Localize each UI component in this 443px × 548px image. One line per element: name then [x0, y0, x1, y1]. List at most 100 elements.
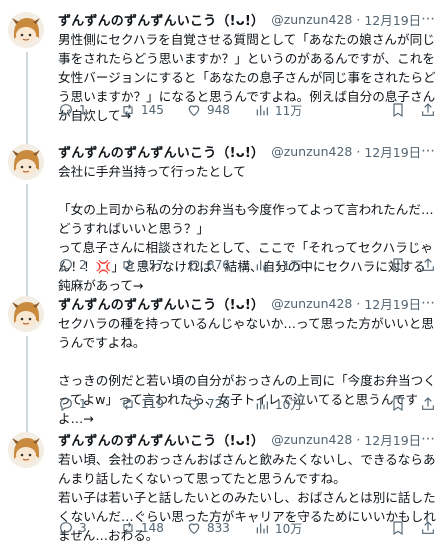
like-icon: [188, 105, 200, 117]
views-count: 10万: [275, 397, 303, 412]
reply-count: 1: [79, 397, 87, 411]
reply-icon: [60, 398, 72, 412]
timestamp[interactable]: 12月19日: [364, 294, 421, 313]
separator-dot: ·: [356, 431, 361, 447]
thread-line: [26, 420, 28, 432]
retweet-icon: [123, 259, 133, 271]
bookmark-button[interactable]: [390, 102, 406, 118]
retweet-count: 157: [141, 258, 164, 272]
timestamp[interactable]: 12月19日: [364, 142, 421, 161]
views-button[interactable]: 10万: [254, 520, 328, 537]
bookmark-icon: [393, 103, 403, 118]
retweet-button[interactable]: 119: [120, 396, 186, 412]
share-button[interactable]: [420, 102, 436, 118]
reply-button[interactable]: 1: [58, 102, 120, 118]
more-icon[interactable]: ⋯: [421, 431, 436, 447]
share-button[interactable]: [420, 396, 436, 412]
retweet-icon: [123, 522, 133, 534]
handle[interactable]: @zunzun428: [271, 12, 352, 27]
action-bar: 2 157 876 11万: [58, 255, 436, 275]
more-icon[interactable]: ⋯: [421, 295, 436, 311]
thread-line: [26, 336, 28, 420]
bookmark-icon: [393, 521, 403, 536]
thread-line: [26, 52, 28, 132]
display-name[interactable]: ずんずんのずんずんいこう（!ᴗ!）: [58, 142, 264, 161]
views-icon: [256, 260, 268, 271]
tweet[interactable]: ずんずんのずんずんいこう（!ᴗ!） @zunzun428 · 12月19日 ⋯ …: [0, 284, 443, 426]
timestamp[interactable]: 12月19日: [364, 10, 421, 29]
retweet-icon: [123, 104, 133, 116]
handle[interactable]: @zunzun428: [271, 144, 352, 159]
avatar[interactable]: [8, 144, 44, 180]
reply-button[interactable]: 3: [58, 520, 120, 536]
tweet-text: 会社に手弁当持って行ったとして 「女の上司から私の分のお弁当も今度作ってよって言…: [58, 164, 434, 293]
retweet-button[interactable]: 157: [120, 257, 186, 273]
views-button[interactable]: 11万: [254, 257, 328, 274]
reply-icon: [60, 522, 72, 536]
handle[interactable]: @zunzun428: [271, 296, 352, 311]
bookmark-icon: [393, 258, 403, 273]
separator-dot: ·: [356, 295, 361, 311]
timestamp[interactable]: 12月19日: [364, 430, 421, 449]
views-button[interactable]: 11万: [254, 102, 328, 119]
like-button[interactable]: 720: [186, 396, 254, 412]
views-icon: [256, 399, 268, 410]
like-count: 948: [207, 103, 230, 117]
reply-button[interactable]: 2: [58, 257, 120, 273]
like-count: 720: [207, 397, 230, 411]
retweet-count: 148: [141, 521, 164, 535]
like-button[interactable]: 876: [186, 257, 254, 273]
views-icon: [256, 523, 268, 534]
reply-icon: [60, 259, 72, 273]
retweet-button[interactable]: 148: [120, 520, 186, 536]
tweet[interactable]: ずんずんのずんずんいこう（!ᴗ!） @zunzun428 · 12月19日 ⋯ …: [0, 132, 443, 293]
action-bar: 3 148 833 10万: [58, 518, 436, 538]
reply-button[interactable]: 1: [58, 396, 120, 412]
reply-count: 1: [79, 103, 87, 117]
views-icon: [256, 105, 268, 116]
views-count: 10万: [275, 521, 303, 536]
action-bar: 1 145 948 11万: [58, 100, 436, 120]
handle[interactable]: @zunzun428: [271, 432, 352, 447]
reply-count: 2: [79, 258, 87, 272]
share-icon: [422, 521, 434, 534]
separator-dot: ·: [356, 11, 361, 27]
bookmark-button[interactable]: [390, 257, 406, 273]
display-name[interactable]: ずんずんのずんずんいこう（!ᴗ!）: [58, 430, 264, 449]
action-bar: 1 119 720 10万: [58, 394, 436, 414]
reply-count: 3: [79, 521, 87, 535]
tweet[interactable]: ずんずんのずんずんいこう（!ᴗ!） @zunzun428 · 12月19日 ⋯ …: [0, 0, 443, 132]
retweet-count: 145: [141, 103, 164, 117]
retweet-count: 119: [141, 397, 164, 411]
thread-line: [26, 184, 28, 284]
views-count: 11万: [275, 258, 303, 273]
avatar[interactable]: [8, 12, 44, 48]
like-count: 876: [207, 258, 230, 272]
bookmark-icon: [393, 397, 403, 412]
retweet-icon: [123, 398, 133, 410]
thread-line: [26, 284, 28, 296]
like-button[interactable]: 833: [186, 520, 254, 536]
display-name[interactable]: ずんずんのずんずんいこう（!ᴗ!）: [58, 10, 264, 29]
avatar[interactable]: [8, 296, 44, 332]
like-icon: [188, 260, 200, 272]
views-button[interactable]: 10万: [254, 396, 328, 413]
retweet-button[interactable]: 145: [120, 102, 186, 118]
thread-line: [26, 132, 28, 144]
more-icon[interactable]: ⋯: [421, 11, 436, 27]
separator-dot: ·: [356, 143, 361, 159]
avatar[interactable]: [8, 432, 44, 468]
display-name[interactable]: ずんずんのずんずんいこう（!ᴗ!）: [58, 294, 264, 313]
like-count: 833: [207, 521, 230, 535]
share-button[interactable]: [420, 520, 436, 536]
bookmark-button[interactable]: [390, 520, 406, 536]
share-icon: [422, 397, 434, 410]
tweet-thread: ずんずんのずんずんいこう（!ᴗ!） @zunzun428 · 12月19日 ⋯ …: [0, 0, 443, 548]
tweet[interactable]: ずんずんのずんずんいこう（!ᴗ!） @zunzun428 · 12月19日 ⋯ …: [0, 420, 443, 548]
share-button[interactable]: [420, 257, 436, 273]
like-button[interactable]: 948: [186, 102, 254, 118]
views-count: 11万: [275, 103, 303, 118]
reply-icon: [60, 104, 72, 118]
more-icon[interactable]: ⋯: [421, 143, 436, 159]
bookmark-button[interactable]: [390, 396, 406, 412]
